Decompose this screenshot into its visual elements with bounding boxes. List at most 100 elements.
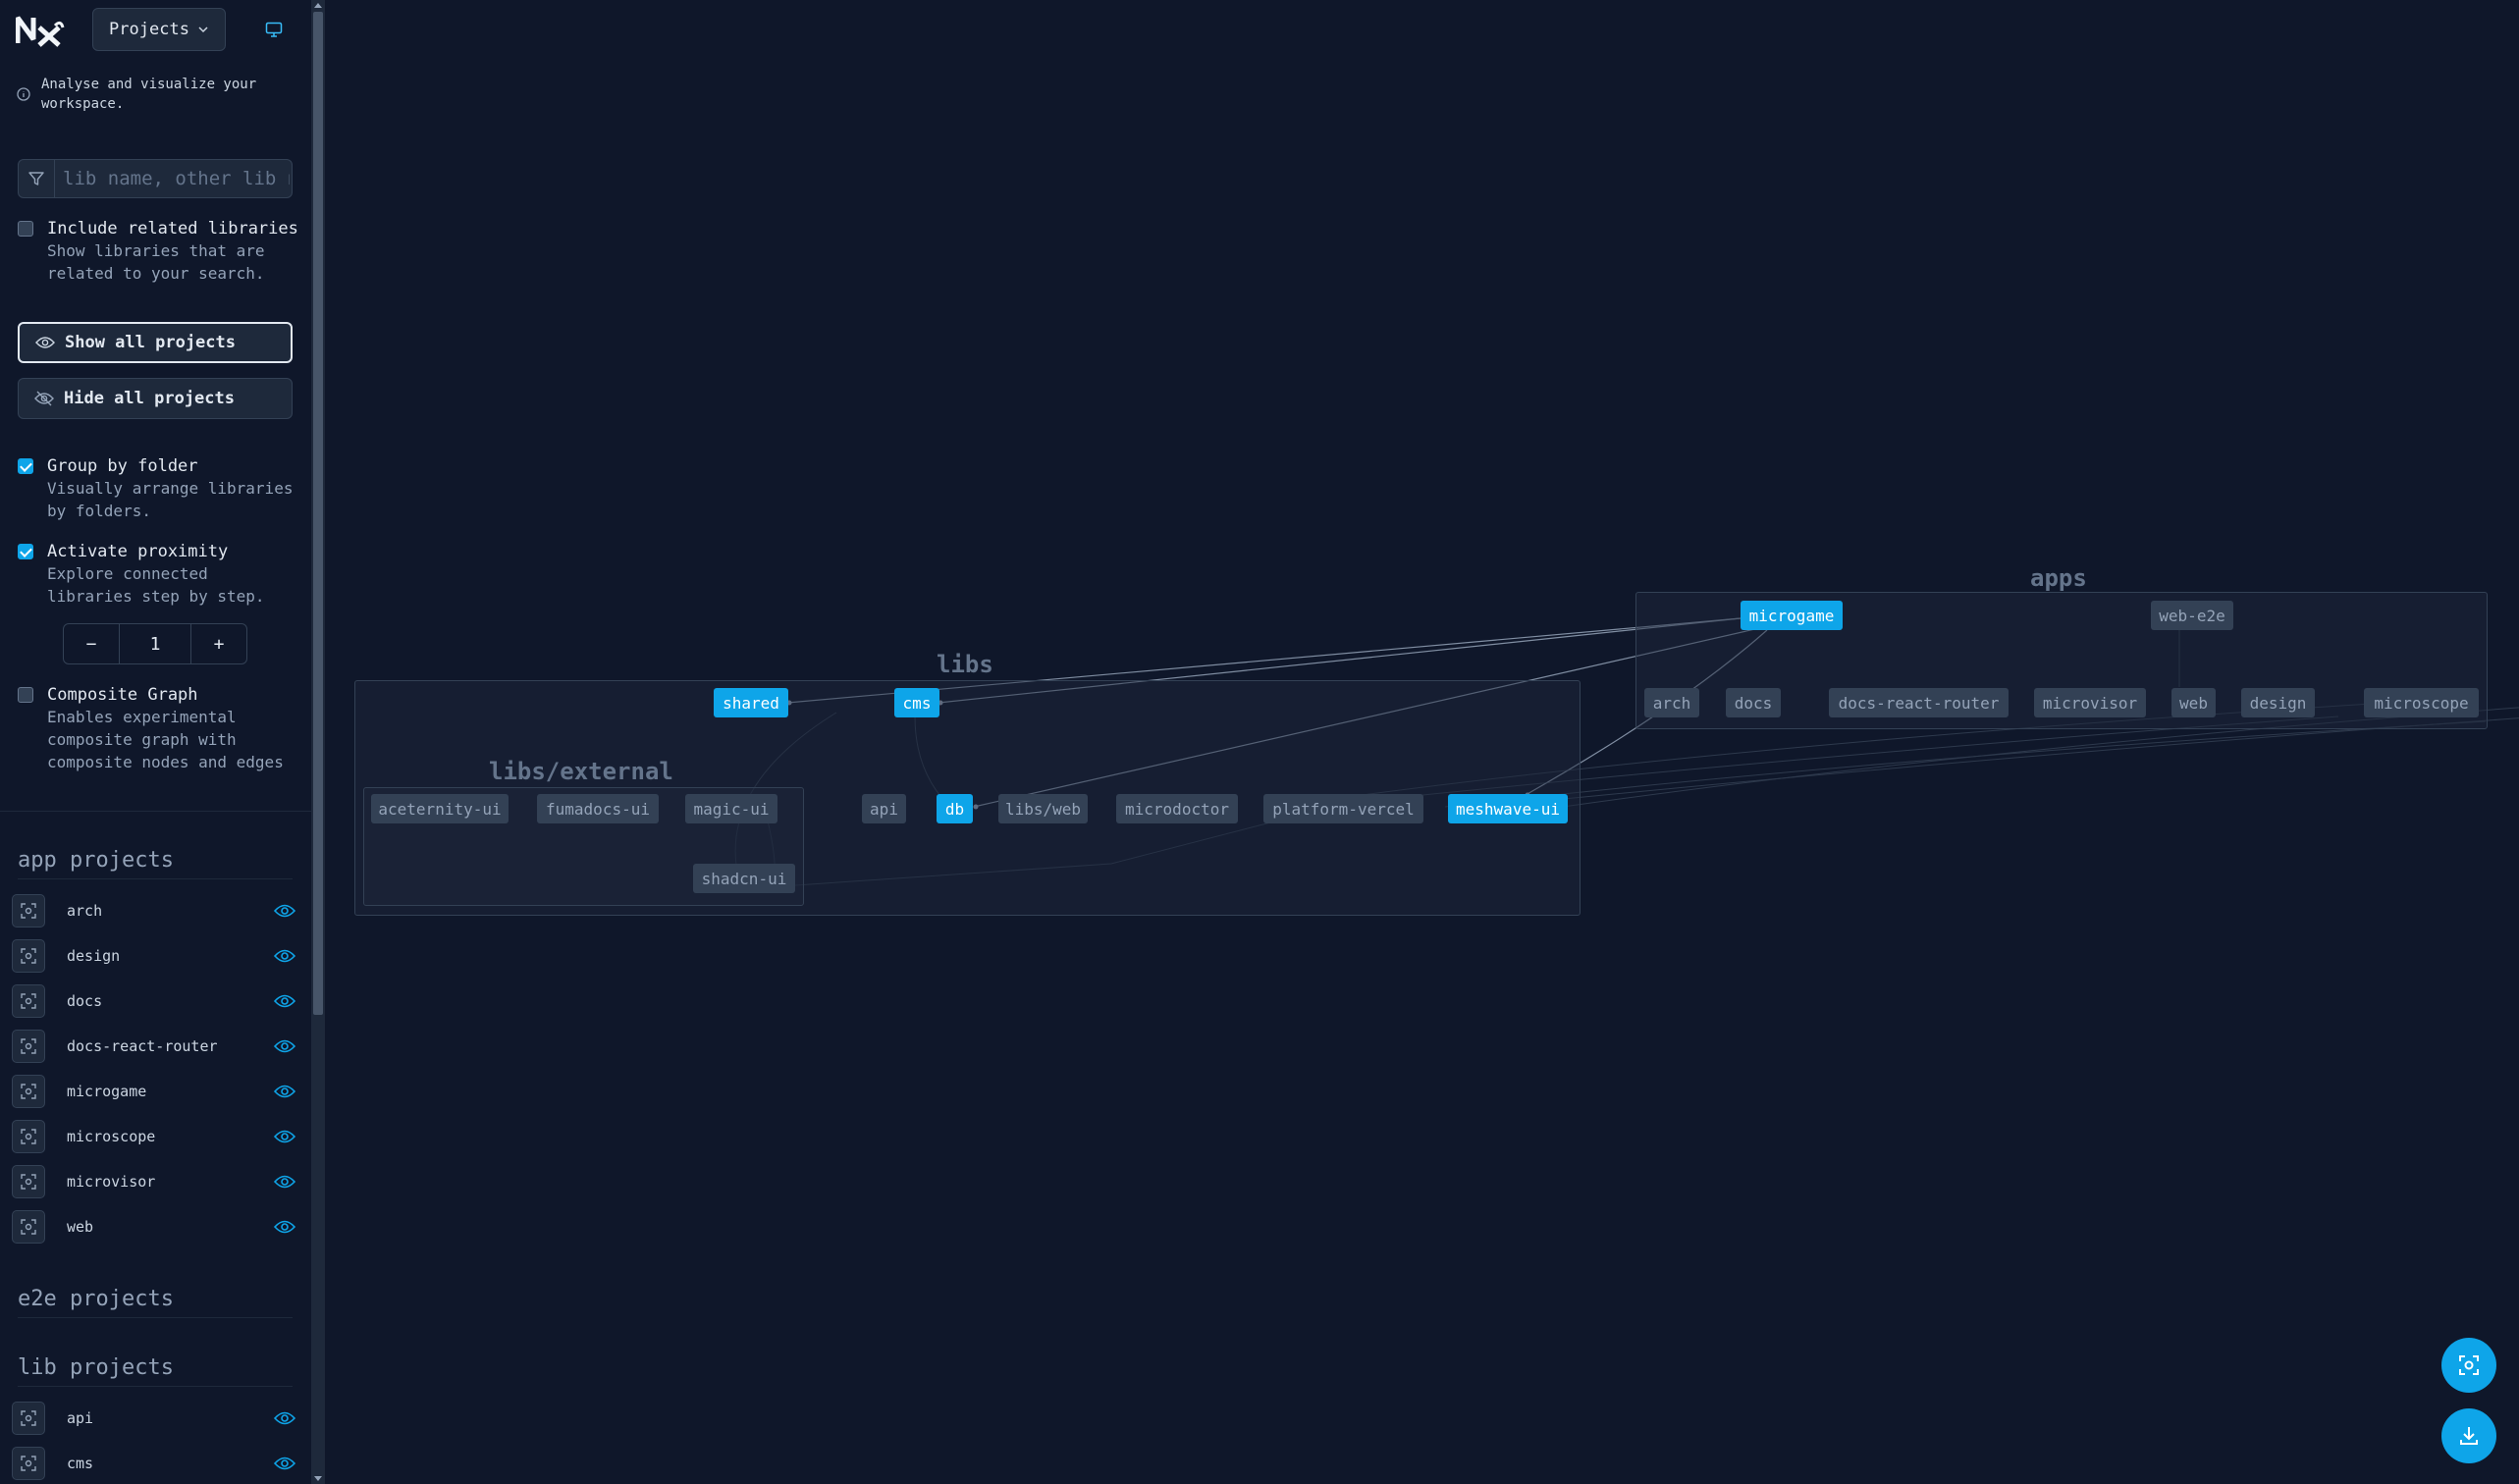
node-db[interactable]: db [937, 794, 973, 823]
node-magic-ui[interactable]: magic-ui [685, 794, 777, 823]
project-list-item[interactable]: arch [12, 893, 296, 928]
composite-graph-title: Composite Graph [47, 685, 198, 705]
group-by-folder-checkbox[interactable] [18, 458, 33, 474]
chevron-down-icon [198, 26, 208, 33]
project-list-item[interactable]: microscope [12, 1119, 296, 1154]
include-related-checkbox[interactable] [18, 221, 33, 237]
node-design[interactable]: design [2241, 688, 2315, 717]
proximity-option[interactable]: Activate proximity Explore connected lib… [18, 541, 302, 608]
group-libs-external-label: libs/external [489, 758, 673, 785]
focus-project-button[interactable] [12, 894, 45, 928]
eye-icon[interactable] [273, 948, 296, 964]
project-list-item[interactable]: cms [12, 1446, 296, 1481]
node-fumadocs-ui[interactable]: fumadocs-ui [537, 794, 659, 823]
proximity-checkbox[interactable] [18, 544, 33, 559]
project-list-item[interactable]: design [12, 938, 296, 974]
fit-view-button[interactable] [2441, 1338, 2496, 1393]
project-graph-canvas[interactable]: apps libs libs/external microgame web-e2… [326, 0, 2519, 1484]
project-list-item[interactable]: microvisor [12, 1164, 296, 1199]
hide-all-projects-button[interactable]: Hide all projects [18, 378, 293, 419]
focus-project-button[interactable] [12, 1402, 45, 1435]
node-aceternity-ui[interactable]: aceternity-ui [371, 794, 509, 823]
node-arch[interactable]: arch [1644, 688, 1699, 717]
info-text: Analyse and visualize your workspace. [41, 77, 257, 112]
eye-icon[interactable] [273, 1410, 296, 1426]
search-input[interactable] [55, 167, 292, 190]
focus-icon [21, 1219, 36, 1235]
project-list-item[interactable]: api [12, 1401, 296, 1436]
node-microgame[interactable]: microgame [1741, 601, 1843, 630]
focus-project-button[interactable] [12, 984, 45, 1018]
eye-icon[interactable] [273, 1219, 296, 1235]
group-apps-label: apps [2030, 564, 2087, 592]
project-list-item[interactable]: microgame [12, 1074, 296, 1109]
project-name: web [67, 1218, 94, 1236]
proximity-stepper: − 1 + [63, 623, 247, 664]
edge-faint-4 [1444, 720, 2487, 808]
increment-button[interactable]: + [190, 624, 246, 663]
group-by-folder-option[interactable]: Group by folder Visually arrange librari… [18, 455, 302, 522]
eye-icon[interactable] [273, 903, 296, 919]
node-libs-web[interactable]: libs/web [998, 794, 1088, 823]
project-list-item[interactable]: web [12, 1209, 296, 1245]
node-platform-vercel[interactable]: platform-vercel [1263, 794, 1423, 823]
lib-projects-heading: lib projects [18, 1355, 293, 1387]
node-api[interactable]: api [862, 794, 906, 823]
node-shared[interactable]: shared [714, 688, 788, 717]
download-button[interactable] [2441, 1408, 2496, 1463]
node-web[interactable]: web [2171, 688, 2216, 717]
scroll-down-icon[interactable] [314, 1476, 322, 1481]
project-name: arch [67, 902, 103, 920]
project-type-select[interactable]: Projects [92, 8, 226, 51]
node-cms[interactable]: cms [894, 688, 939, 717]
scrollbar-thumb[interactable] [313, 12, 323, 1015]
node-docs[interactable]: docs [1726, 688, 1781, 717]
eye-icon[interactable] [273, 1129, 296, 1144]
project-name: microgame [67, 1083, 147, 1100]
nx-logo-icon[interactable] [16, 14, 65, 47]
decrement-button[interactable]: − [64, 624, 120, 663]
focus-icon [21, 1038, 36, 1054]
group-by-folder-title: Group by folder [47, 456, 198, 476]
focus-project-button[interactable] [12, 1075, 45, 1108]
composite-graph-desc: Enables experimental composite graph wit… [47, 708, 284, 771]
focus-project-button[interactable] [12, 1120, 45, 1153]
focus-icon [21, 1084, 36, 1099]
node-web-e2e[interactable]: web-e2e [2151, 601, 2233, 630]
node-microdoctor[interactable]: microdoctor [1116, 794, 1238, 823]
app-projects-heading: app projects [18, 848, 293, 879]
project-list-item[interactable]: docs [12, 983, 296, 1019]
eye-icon[interactable] [273, 1456, 296, 1471]
monitor-icon[interactable] [265, 22, 283, 37]
project-name: api [67, 1409, 94, 1427]
project-list-item[interactable]: docs-react-router [12, 1029, 296, 1064]
composite-graph-checkbox[interactable] [18, 687, 33, 703]
node-microvisor[interactable]: microvisor [2034, 688, 2146, 717]
sidebar-scrollbar[interactable] [311, 0, 325, 1484]
focus-project-button[interactable] [12, 1165, 45, 1198]
eye-icon[interactable] [273, 1174, 296, 1190]
focus-icon [21, 948, 36, 964]
eye-icon[interactable] [273, 1084, 296, 1099]
focus-icon [21, 1410, 36, 1426]
include-related-option[interactable]: Include related libraries Show libraries… [18, 218, 302, 285]
node-meshwave-ui[interactable]: meshwave-ui [1448, 794, 1568, 823]
eye-icon [35, 337, 55, 348]
show-all-projects-button[interactable]: Show all projects [18, 322, 293, 363]
focus-project-button[interactable] [12, 939, 45, 973]
node-docs-react-router[interactable]: docs-react-router [1829, 688, 2009, 717]
node-shadcn-ui[interactable]: shadcn-ui [693, 864, 795, 893]
focus-icon [21, 1174, 36, 1190]
composite-graph-option[interactable]: Composite Graph Enables experimental com… [18, 684, 302, 773]
focus-project-button[interactable] [12, 1210, 45, 1244]
scroll-up-icon[interactable] [314, 3, 322, 8]
focus-project-button[interactable] [12, 1030, 45, 1063]
search-filter [18, 159, 293, 198]
group-libs-label: libs [937, 651, 993, 678]
eye-icon[interactable] [273, 1038, 296, 1054]
eye-icon[interactable] [273, 993, 296, 1009]
node-microscope[interactable]: microscope [2364, 688, 2479, 717]
download-icon [2460, 1427, 2478, 1445]
info-text-row: Analyse and visualize your workspace. [16, 75, 291, 114]
focus-project-button[interactable] [12, 1447, 45, 1480]
